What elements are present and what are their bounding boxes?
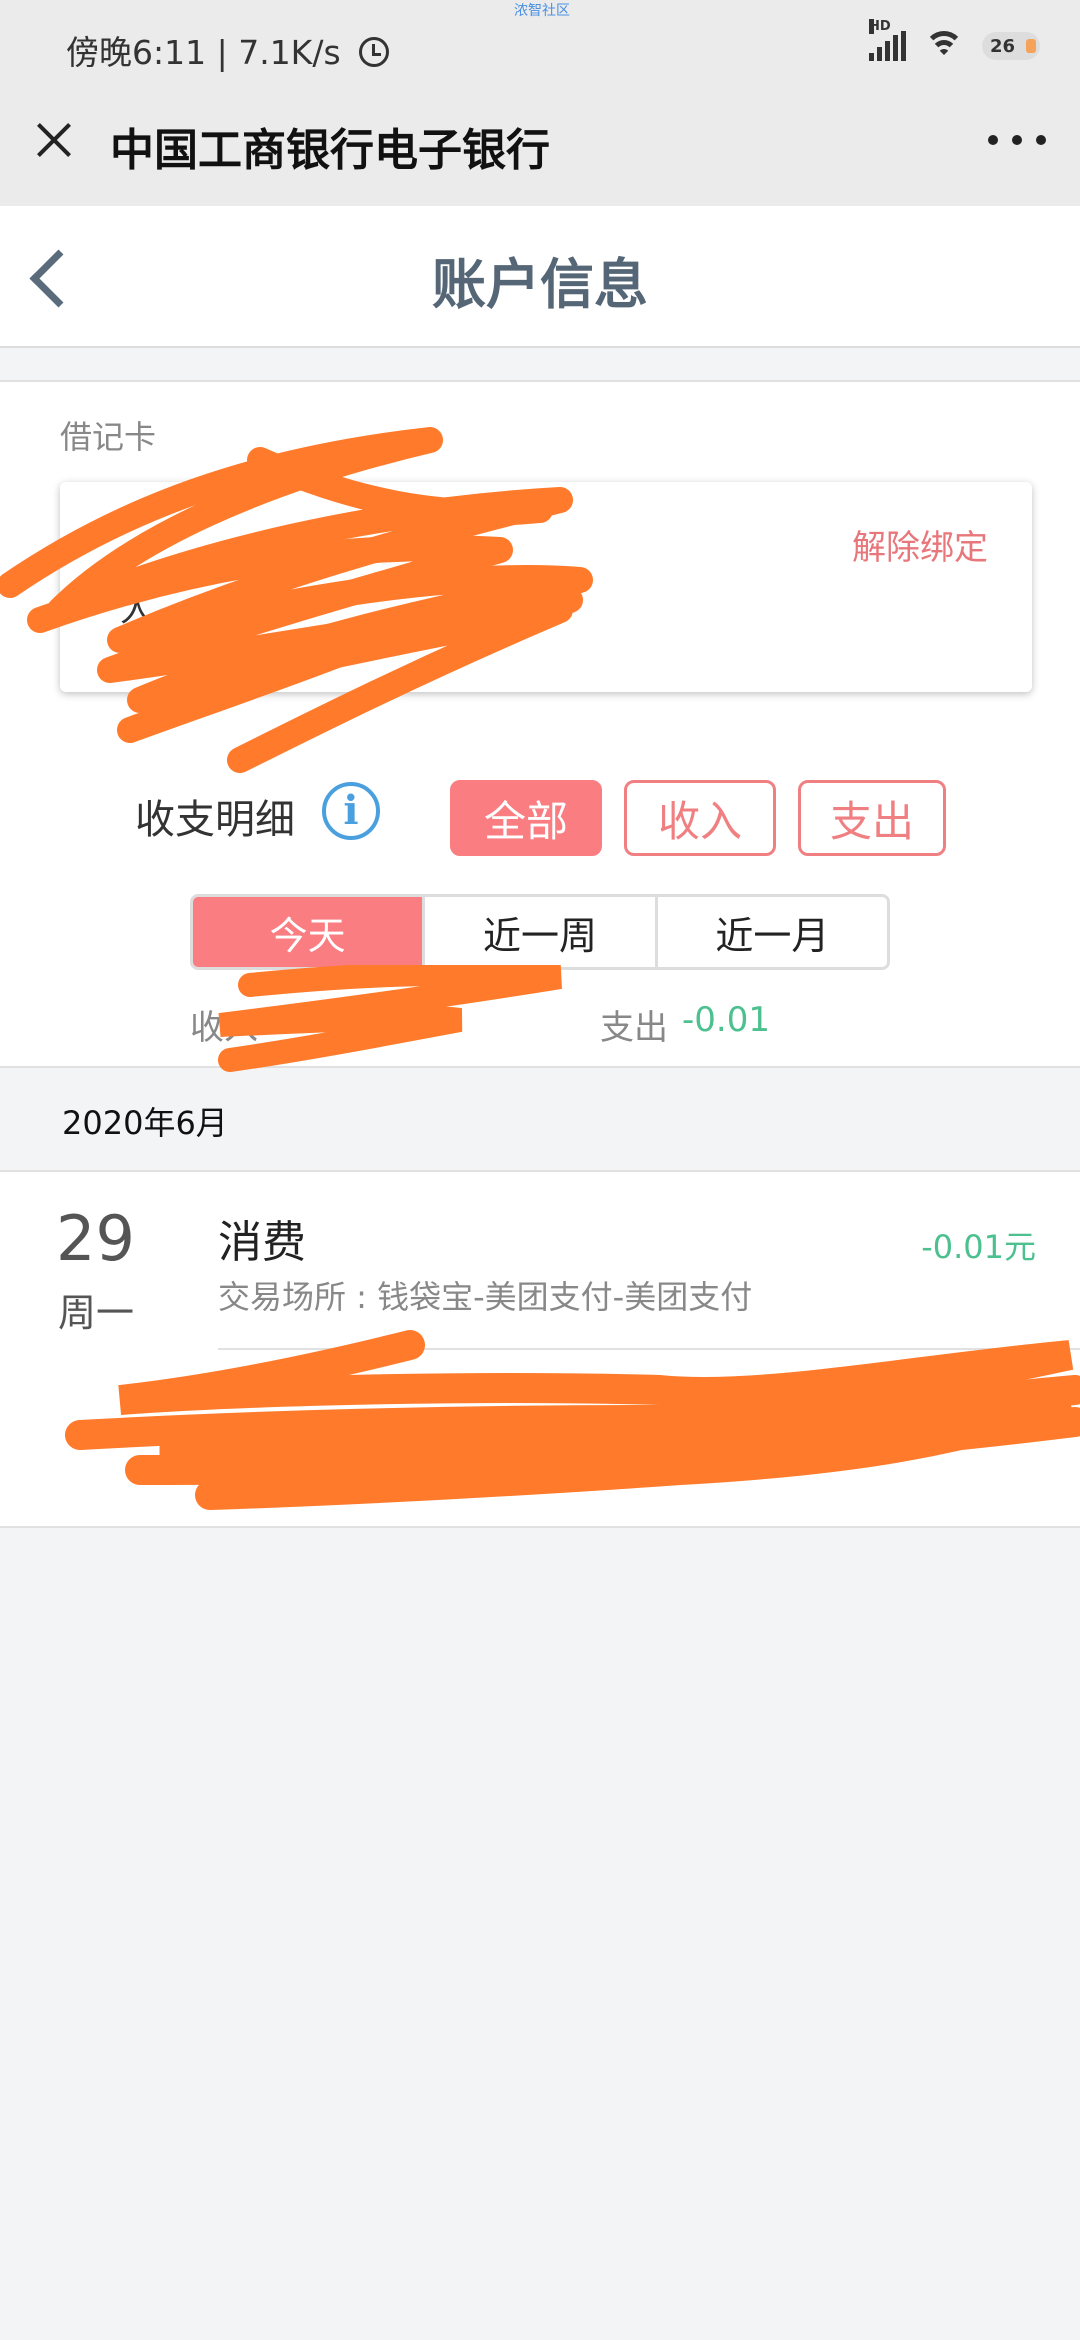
signal-icon: HD — [869, 19, 906, 61]
filter-all-button[interactable]: 全部 — [450, 780, 602, 856]
transaction-item[interactable]: 29 周一 消费 -0.01元 交易场所 : 钱袋宝-美团支付-美团支付 — [0, 1170, 1080, 1528]
battery-level: 26 — [990, 35, 1016, 57]
page-title: 账户信息 — [432, 253, 648, 316]
month-label: 2020年6月 — [62, 1104, 228, 1142]
unbind-button[interactable]: 解除绑定 — [852, 520, 988, 569]
transaction-place: 交易场所 : 钱袋宝-美团支付-美团支付 — [218, 1278, 753, 1316]
webview-title: 中国工商银行电子银行 — [110, 125, 550, 176]
filter-income-button[interactable]: 收入 — [624, 780, 776, 856]
tab-week[interactable]: 近一周 — [422, 897, 654, 967]
card-type-label: 借记卡 — [60, 418, 157, 456]
tab-today[interactable]: 今天 — [193, 897, 423, 967]
expense-summary-label: 支出 — [600, 1008, 668, 1048]
period-tabs: 今天 近一周 近一月 — [190, 894, 890, 970]
status-icons: HD 26 — [869, 19, 1040, 68]
alarm-icon — [359, 37, 390, 67]
transaction-amount: -0.01元 — [921, 1228, 1036, 1266]
status-text: 傍晚6:11 | 7.1K/s — [66, 33, 341, 72]
watermark-text: 浓智社区 — [514, 3, 570, 19]
tab-month[interactable]: 近一月 — [654, 897, 887, 967]
filter-expense-button[interactable]: 支出 — [798, 780, 946, 856]
transaction-weekday: 周一 — [58, 1291, 135, 1335]
webview-title-bar: 中国工商银行电子银行 — [0, 96, 1080, 206]
transaction-type: 消费 — [218, 1217, 306, 1268]
expense-summary-value: -0.01 — [682, 1000, 770, 1040]
details-label: 收支明细 — [135, 797, 295, 843]
info-icon[interactable]: i — [322, 782, 380, 840]
status-bar: 浓智社区 傍晚6:11 | 7.1K/s HD 26 — [0, 0, 1080, 96]
bank-card: 人 解除绑定 — [60, 482, 1032, 692]
transaction-day: 29 — [56, 1202, 135, 1275]
status-time-speed: 傍晚6:11 | 7.1K/s — [66, 26, 390, 74]
battery-icon: 26 — [982, 32, 1040, 60]
page-header: 账户信息 — [0, 206, 1080, 348]
income-summary-label: 收入 — [190, 1008, 258, 1048]
more-options-icon[interactable] — [988, 120, 1046, 160]
card-holder-name: 人 — [120, 590, 154, 630]
month-header: 2020年6月 — [0, 1070, 1080, 1170]
account-section: 借记卡 人 解除绑定 收支明细 i 全部 收入 支出 今天 近一周 近一月 收入… — [0, 380, 1080, 1068]
wifi-icon — [924, 29, 964, 63]
close-icon[interactable] — [30, 116, 78, 164]
divider — [218, 1348, 1080, 1350]
